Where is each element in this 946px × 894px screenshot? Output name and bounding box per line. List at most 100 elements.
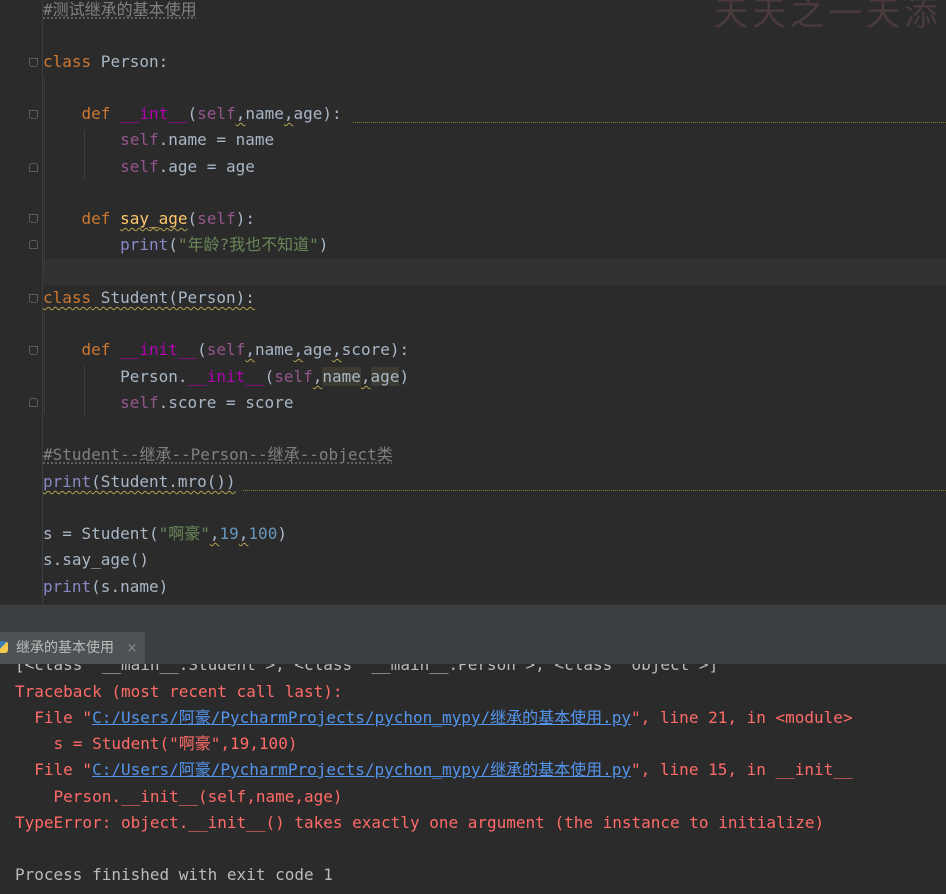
fold-marker-icon[interactable] bbox=[29, 110, 38, 119]
traceback-text: File " bbox=[15, 708, 93, 727]
self-ref: self bbox=[120, 393, 159, 412]
code-text: (s.name) bbox=[91, 577, 169, 596]
code-line-say-age-call: s.say_age() bbox=[43, 550, 149, 569]
function-name: __init__ bbox=[120, 340, 198, 359]
traceback-text: ", line 21, in <module> bbox=[631, 708, 853, 727]
traceback-text: ", line 15, in __init__ bbox=[631, 760, 853, 779]
code-line-def-init: def __init__(self,name,age,score): bbox=[43, 339, 410, 361]
traceback-header: Traceback (most recent call last): bbox=[15, 682, 343, 701]
code-text: (Student.mro()) bbox=[91, 472, 236, 491]
code-line-print-age: print("年龄?我也不知道") bbox=[43, 234, 328, 256]
code-line-super-init: Person.__init__(self,name,age) bbox=[43, 366, 409, 388]
param: age bbox=[293, 104, 323, 123]
string-literal: "年龄?我也不知道" bbox=[177, 235, 319, 254]
punct: , bbox=[283, 104, 294, 123]
punct: ) bbox=[318, 235, 329, 254]
fold-marker-icon[interactable] bbox=[29, 398, 38, 407]
punct: , bbox=[332, 340, 342, 359]
code-line-def-say-age: def say_age(self): bbox=[43, 208, 255, 230]
self-ref: self bbox=[120, 130, 159, 149]
param: score bbox=[341, 340, 390, 359]
inspection-underline bbox=[243, 490, 946, 491]
keyword: class bbox=[43, 52, 92, 71]
code-text: .name = name bbox=[158, 130, 275, 149]
panel-divider[interactable] bbox=[0, 604, 946, 633]
param: age bbox=[303, 340, 333, 359]
run-console[interactable]: [<class '__main__.Student'>, <class '__m… bbox=[0, 664, 946, 894]
punct: ( bbox=[187, 104, 198, 123]
code-text: s = Student( bbox=[43, 524, 159, 543]
function-name: __int__ bbox=[120, 104, 188, 123]
traceback-file-line: File "C:/Users/阿豪/PycharmProjects/pychon… bbox=[15, 759, 853, 781]
code-line-print-mro: print(Student.mro()) bbox=[43, 471, 236, 493]
code-text: .age = age bbox=[158, 157, 255, 176]
file-link[interactable]: C:/Users/阿豪/PycharmProjects/pychon_mypy/… bbox=[92, 708, 631, 727]
traceback-code-line: s = Student("啊豪",19,100) bbox=[15, 734, 298, 753]
fold-marker-icon[interactable] bbox=[29, 240, 38, 249]
code-text: .score = score bbox=[158, 393, 294, 412]
code-line-class-person: class Person: bbox=[43, 51, 168, 73]
python-icon bbox=[0, 641, 8, 653]
class-name: Person: bbox=[91, 52, 169, 71]
number-literal: 19 bbox=[219, 524, 239, 543]
punct: , bbox=[293, 340, 304, 359]
code-line-print-name: print(s.name) bbox=[43, 576, 168, 598]
self-ref: self bbox=[120, 157, 159, 176]
self-param: self bbox=[197, 209, 236, 228]
close-icon[interactable]: × bbox=[126, 641, 137, 656]
punct: , bbox=[238, 524, 249, 543]
code-line-instantiate: s = Student("啊豪",19,100) bbox=[43, 523, 287, 545]
fold-marker-icon[interactable] bbox=[29, 346, 38, 355]
self-param: self bbox=[197, 104, 236, 123]
punct: ): bbox=[322, 104, 342, 123]
function-name: say_age bbox=[120, 209, 188, 228]
punct: ) bbox=[399, 367, 410, 386]
file-link[interactable]: C:/Users/阿豪/PycharmProjects/pychon_mypy/… bbox=[92, 760, 631, 779]
run-tool-window-tabbar: 继承的基本使用 × bbox=[0, 632, 946, 665]
punct: ( bbox=[264, 367, 275, 386]
param: name bbox=[254, 340, 294, 359]
watermark-text: 天天之一天添 bbox=[714, 0, 942, 34]
punct: ) bbox=[277, 524, 287, 543]
traceback-text: File " bbox=[15, 760, 93, 779]
code-text: Person. bbox=[120, 367, 188, 386]
punct: , bbox=[209, 524, 220, 543]
traceback-code-line: Person.__init__(self,name,age) bbox=[15, 787, 343, 806]
arg-highlight: age bbox=[370, 367, 400, 386]
string-literal: "啊豪" bbox=[158, 524, 210, 543]
code-editor[interactable]: 天天之一天添 #测试继承的基本使用 class Person: def __in… bbox=[0, 0, 946, 604]
builtin-print: print bbox=[120, 235, 169, 254]
punct: , bbox=[312, 367, 323, 386]
method-name: __init__ bbox=[187, 367, 265, 386]
builtin-print: print bbox=[43, 577, 92, 596]
exit-status: Process finished with exit code 1 bbox=[15, 865, 333, 884]
error-message: TypeError: object.__init__() takes exact… bbox=[15, 813, 825, 832]
run-tab-label: 继承的基本使用 bbox=[16, 640, 114, 656]
fold-marker-icon[interactable] bbox=[29, 163, 38, 172]
console-output-line: [<class '__main__.Student'>, <class '__m… bbox=[15, 664, 719, 674]
current-line-highlight bbox=[43, 259, 946, 285]
code-line-self-age: self.age = age bbox=[43, 156, 255, 178]
code-line-self-name: self.name = name bbox=[43, 129, 274, 151]
keyword: def bbox=[81, 104, 111, 123]
fold-marker-icon[interactable] bbox=[29, 58, 38, 67]
keyword: class bbox=[43, 288, 92, 307]
param: name bbox=[245, 104, 284, 123]
class-name: Student(Person): bbox=[91, 288, 255, 307]
code-line-comment: #测试继承的基本使用 bbox=[43, 0, 197, 19]
punct: ( bbox=[197, 340, 207, 359]
fold-marker-icon[interactable] bbox=[29, 214, 38, 223]
run-tab[interactable]: 继承的基本使用 × bbox=[0, 632, 146, 664]
code-line-comment-mro: #Student--继承--Person--继承--object类 bbox=[43, 445, 393, 464]
punct: , bbox=[235, 104, 246, 123]
punct: , bbox=[245, 340, 255, 359]
number-literal: 100 bbox=[248, 524, 278, 543]
self-param: self bbox=[206, 340, 246, 359]
punct: ( bbox=[168, 235, 178, 254]
punct: ): bbox=[235, 209, 255, 228]
code-line-self-score: self.score = score bbox=[43, 392, 293, 414]
self-ref: self bbox=[274, 367, 313, 386]
code-line-class-student: class Student(Person): bbox=[43, 287, 255, 309]
fold-marker-icon[interactable] bbox=[29, 294, 38, 303]
inspection-underline bbox=[353, 122, 946, 123]
